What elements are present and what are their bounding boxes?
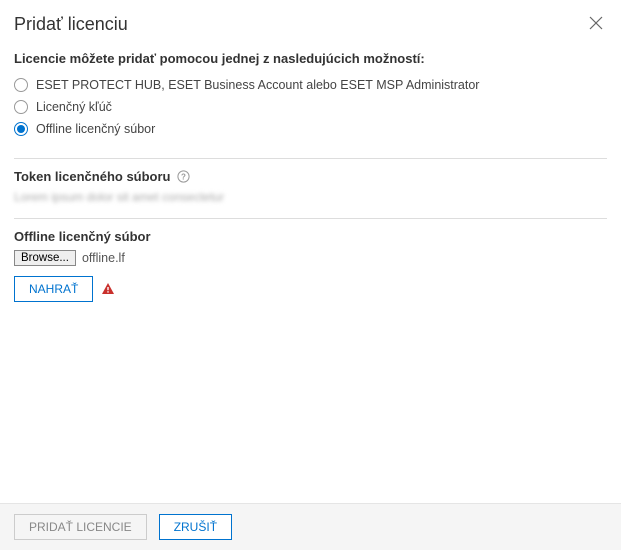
svg-text:?: ? — [181, 173, 186, 182]
offline-file-title-text: Offline licenčný súbor — [14, 229, 151, 244]
option-hub-radio[interactable] — [14, 78, 28, 92]
cancel-button[interactable]: ZRUŠIŤ — [159, 514, 232, 540]
warning-icon — [101, 282, 115, 296]
close-button[interactable] — [585, 12, 607, 37]
option-offline-row[interactable]: Offline licenčný súbor — [14, 118, 607, 140]
dialog-footer: PRIDAŤ LICENCIE ZRUŠIŤ — [0, 503, 621, 550]
token-title-text: Token licenčného súboru — [14, 169, 171, 184]
add-licenses-button[interactable]: PRIDAŤ LICENCIE — [14, 514, 147, 540]
divider — [14, 218, 607, 219]
dialog-title: Pridať licenciu — [14, 14, 128, 35]
offline-file-section-title: Offline licenčný súbor — [14, 229, 607, 244]
option-offline-radio[interactable] — [14, 122, 28, 136]
help-icon[interactable]: ? — [177, 170, 190, 183]
browse-button[interactable]: Browse... — [14, 250, 76, 266]
option-key-label: Licenčný kľúč — [36, 100, 112, 114]
option-offline-label: Offline licenčný súbor — [36, 122, 155, 136]
close-icon — [589, 16, 603, 33]
option-hub-label: ESET PROTECT HUB, ESET Business Account … — [36, 78, 479, 92]
token-section-title: Token licenčného súboru ? — [14, 169, 607, 184]
selected-filename: offline.lf — [82, 251, 125, 265]
option-hub-row[interactable]: ESET PROTECT HUB, ESET Business Account … — [14, 74, 607, 96]
token-value-placeholder: Lorem ipsum dolor sit amet consectetur — [14, 190, 607, 204]
intro-label: Licencie môžete pridať pomocou jednej z … — [14, 51, 607, 66]
option-key-row[interactable]: Licenčný kľúč — [14, 96, 607, 118]
divider — [14, 158, 607, 159]
upload-button[interactable]: NAHRAŤ — [14, 276, 93, 302]
license-option-group: ESET PROTECT HUB, ESET Business Account … — [14, 74, 607, 140]
option-key-radio[interactable] — [14, 100, 28, 114]
